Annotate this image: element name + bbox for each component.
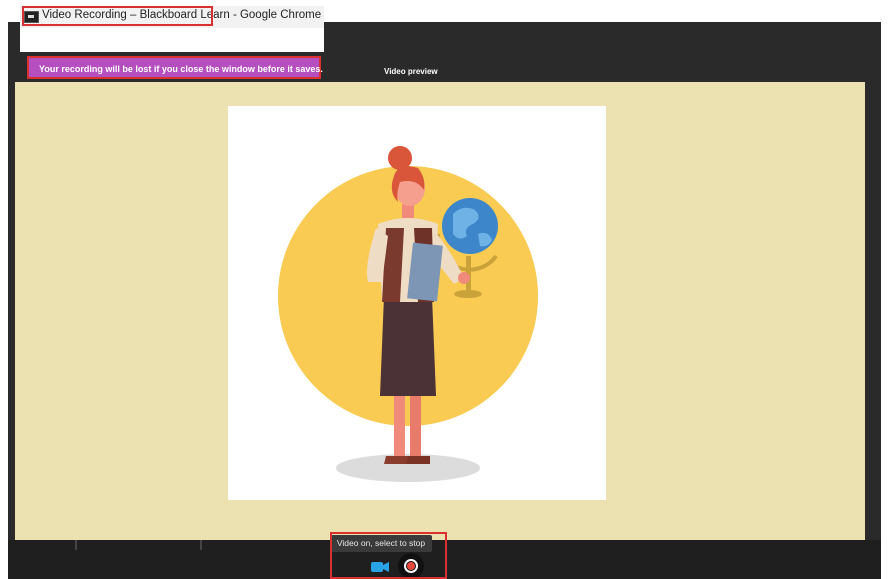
bar-divider bbox=[75, 540, 77, 550]
video-preview-label: Video preview bbox=[384, 67, 438, 76]
popup-address-area bbox=[20, 28, 324, 52]
left-shoe bbox=[384, 456, 408, 464]
record-stop-button[interactable] bbox=[398, 553, 424, 579]
chrome-title-bar[interactable]: Video Recording – Blackboard Learn - Goo… bbox=[20, 6, 324, 29]
window-app-icon bbox=[24, 11, 39, 23]
video-camera-icon bbox=[371, 562, 389, 572]
bar-divider bbox=[200, 540, 202, 550]
record-dot bbox=[407, 562, 415, 570]
record-icon bbox=[404, 559, 418, 573]
recording-controls-bar bbox=[8, 540, 881, 579]
skirt bbox=[380, 296, 436, 396]
top-strip bbox=[324, 6, 889, 22]
right-hand bbox=[458, 272, 470, 284]
video-preview-frame bbox=[228, 106, 606, 500]
teacher-illustration bbox=[278, 146, 538, 482]
recording-warning-banner: Your recording will be lost if you close… bbox=[27, 56, 323, 79]
neck bbox=[402, 204, 414, 218]
window-title: Video Recording – Blackboard Learn - Goo… bbox=[42, 9, 322, 21]
right-shoe bbox=[406, 456, 430, 464]
camera-toggle-button[interactable] bbox=[366, 555, 394, 579]
clipboard bbox=[407, 242, 443, 302]
recording-status-tooltip: Video on, select to stop bbox=[330, 535, 432, 552]
